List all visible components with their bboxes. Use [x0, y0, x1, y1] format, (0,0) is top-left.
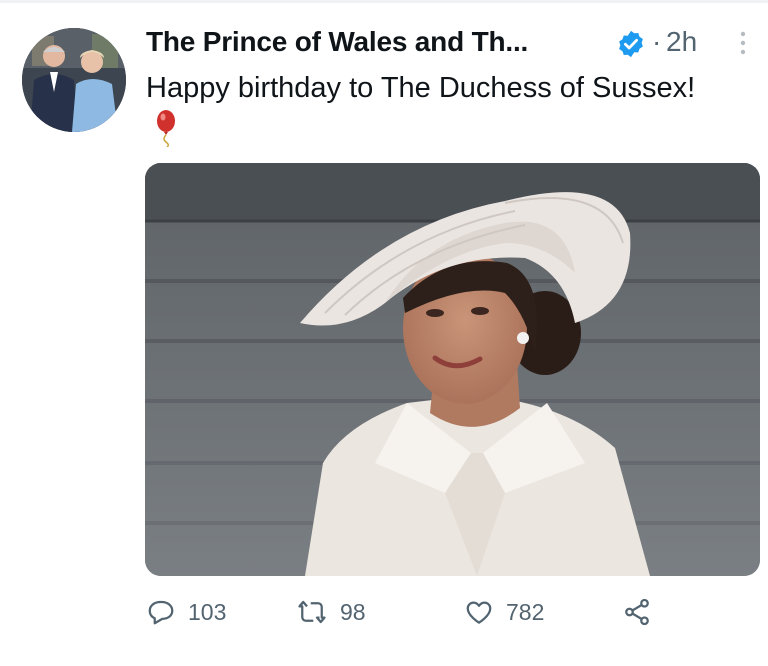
- tweet-timestamp[interactable]: 2h: [666, 26, 697, 58]
- balloon-emoji-icon: [154, 109, 178, 148]
- reply-count: 103: [188, 598, 227, 625]
- tweet-actions: 103 98 782: [146, 590, 746, 640]
- author-name[interactable]: The Prince of Wales and Th...: [146, 26, 528, 58]
- verified-badge-icon: [616, 29, 646, 59]
- separator-dot: ·: [652, 26, 662, 57]
- tweet-text: Happy birthday to The Duchess of Sussex!: [146, 68, 706, 148]
- like-button[interactable]: 782: [464, 590, 544, 634]
- share-icon: [625, 598, 649, 626]
- tweet-photo[interactable]: [145, 163, 760, 576]
- more-vertical-icon[interactable]: [736, 28, 750, 58]
- retweet-icon: [298, 600, 326, 624]
- retweet-count: 98: [340, 598, 366, 625]
- like-count: 782: [506, 598, 545, 625]
- tweet-header: The Prince of Wales and Th... · 2h: [146, 22, 746, 66]
- retweet-button[interactable]: 98: [296, 590, 366, 634]
- share-button[interactable]: [622, 590, 652, 634]
- heart-icon: [466, 601, 492, 624]
- reply-icon: [148, 600, 174, 625]
- tweet-text-content: Happy birthday to The Duchess of Sussex!: [146, 72, 696, 104]
- author-avatar[interactable]: [22, 28, 126, 132]
- tweet[interactable]: The Prince of Wales and Th... · 2h Happy…: [0, 0, 768, 666]
- reply-button[interactable]: 103: [146, 590, 226, 634]
